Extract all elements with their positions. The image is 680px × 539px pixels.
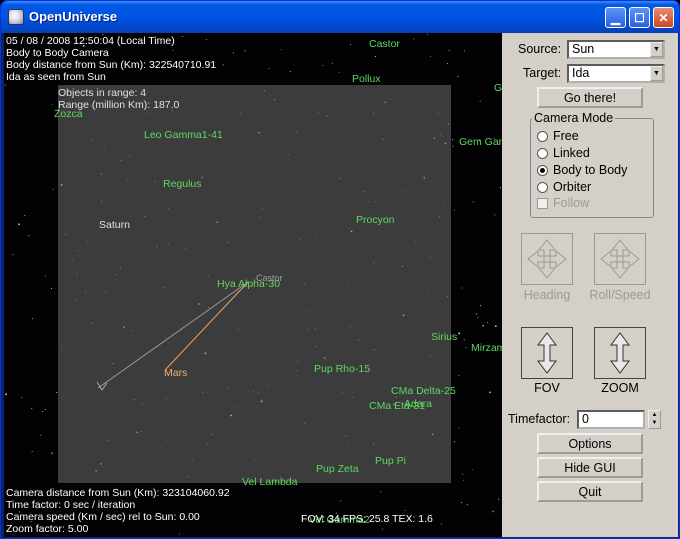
radio-body-to-body-label[interactable]: Body to Body <box>553 163 627 177</box>
info-body-distance: Body distance from Sun (Km): 322540710.9… <box>6 59 217 71</box>
chevron-down-icon[interactable]: ▼ <box>650 66 663 81</box>
heading-control[interactable] <box>521 233 573 285</box>
target-value: Ida <box>572 66 590 80</box>
star-label[interactable]: Mirzam <box>471 342 502 354</box>
space-viewport[interactable]: 05 / 08 / 2008 12:50:04 (Local Time) Bod… <box>4 33 502 537</box>
radio-linked[interactable] <box>537 148 548 159</box>
spin-up-icon[interactable]: ▲ <box>649 411 660 419</box>
star-label[interactable]: Castor <box>369 38 400 50</box>
star-label[interactable]: Castor <box>256 272 283 284</box>
control-panel: Source: Sun ▼ Target: Ida ▼ Go there! Ca… <box>502 33 678 537</box>
info-date: 05 / 08 / 2008 12:50:04 (Local Time) <box>6 35 175 47</box>
minimize-button[interactable]: ▁ <box>605 7 626 28</box>
radio-linked-label[interactable]: Linked <box>553 146 590 160</box>
maximize-button[interactable]: ☐ <box>629 7 650 28</box>
fov-control[interactable] <box>521 327 573 379</box>
up-down-arrow-icon <box>610 332 630 374</box>
zoom-factor: Zoom factor: 5.00 <box>6 523 89 535</box>
camera-distance: Camera distance from Sun (Km): 323104060… <box>6 487 230 499</box>
time-factor-readout: Time factor: 0 sec / iteration <box>6 499 136 511</box>
source-select[interactable]: Sun ▼ <box>567 40 665 59</box>
close-button[interactable]: ✕ <box>653 7 674 28</box>
planet-label[interactable]: Saturn <box>99 219 130 231</box>
radio-orbiter[interactable] <box>537 182 548 193</box>
source-label: Source: <box>518 42 562 56</box>
title-bar[interactable]: OpenUniverse ▁ ☐ ✕ <box>1 1 679 33</box>
four-way-arrow-icon <box>527 239 567 279</box>
star-label[interactable]: Procyon <box>356 214 395 226</box>
star-label[interactable]: Vel Lambda <box>242 476 297 488</box>
star-label[interactable]: CMa Eta-31 <box>369 400 425 412</box>
star-label[interactable]: Leo Gamma1-41 <box>144 129 223 141</box>
heading-label: Heading <box>523 288 571 302</box>
star-label[interactable]: Pollux <box>352 73 381 85</box>
target-select[interactable]: Ida ▼ <box>567 64 665 83</box>
zoom-label: ZOOM <box>601 381 639 395</box>
minimize-icon: ▁ <box>610 10 621 25</box>
radio-body-to-body[interactable] <box>537 165 548 176</box>
hide-gui-button[interactable]: Hide GUI <box>537 457 643 478</box>
follow-label: Follow <box>553 196 590 210</box>
mars-vector-line <box>165 281 249 370</box>
radio-free-label[interactable]: Free <box>553 129 579 143</box>
radio-orbiter-label[interactable]: Orbiter <box>553 180 591 194</box>
go-there-button[interactable]: Go there! <box>537 87 643 108</box>
render-stats: FOV: 34 FPS: 25.8 TEX: 1.6 <box>301 513 433 525</box>
star-label[interactable]: Pup Zeta <box>316 463 359 475</box>
four-way-arrow-icon <box>600 239 640 279</box>
camera-mode-title: Camera Mode <box>532 111 616 125</box>
app-window: OpenUniverse ▁ ☐ ✕ 05 / 08 / 2008 12:50:… <box>0 0 680 539</box>
star-label[interactable]: Gem Gam <box>459 136 502 148</box>
roll-speed-control[interactable] <box>594 233 646 285</box>
options-button[interactable]: Options <box>537 433 643 454</box>
up-down-arrow-icon <box>537 332 557 374</box>
maximize-icon: ☐ <box>634 10 645 25</box>
close-icon: ✕ <box>658 10 669 25</box>
star-label[interactable]: CMa Delta-25 <box>391 385 456 397</box>
timefactor-label: Timefactor: <box>508 412 571 426</box>
info-camera-mode: Body to Body Camera <box>6 47 109 59</box>
info-bottom: Camera distance from Sun (Km): 323104060… <box>6 487 230 535</box>
camera-speed: Camera speed (Km / sec) rel to Sun: 0.00 <box>6 511 200 523</box>
spin-down-icon[interactable]: ▼ <box>649 419 660 427</box>
info-top: 05 / 08 / 2008 12:50:04 (Local Time) Bod… <box>6 35 216 83</box>
timefactor-spinner[interactable]: ▲ ▼ <box>648 410 661 429</box>
zoom-control[interactable] <box>594 327 646 379</box>
star-label[interactable]: Pup Pi <box>375 455 406 467</box>
roll-speed-label: Roll/Speed <box>589 288 651 302</box>
info-view: Ida as seen from Sun <box>6 71 106 83</box>
fov-label: FOV <box>534 381 560 395</box>
timefactor-input[interactable]: 0 <box>577 410 645 429</box>
window-title: OpenUniverse <box>29 9 118 24</box>
star-label[interactable]: Pup Rho-15 <box>314 363 370 375</box>
planet-label[interactable]: Mars <box>164 367 187 379</box>
star-label[interactable]: G <box>494 82 502 94</box>
target-label: Target: <box>523 66 562 80</box>
star-label[interactable]: Zozca <box>54 108 83 120</box>
objects-in-range: Objects in range: 4 <box>58 87 147 99</box>
source-value: Sun <box>572 42 595 56</box>
star-label[interactable]: Sirius <box>431 331 457 343</box>
chevron-down-icon[interactable]: ▼ <box>650 42 663 57</box>
follow-checkbox[interactable] <box>537 198 548 209</box>
quit-button[interactable]: Quit <box>537 481 643 502</box>
radio-free[interactable] <box>537 131 548 142</box>
star-label[interactable]: Regulus <box>163 178 202 190</box>
app-icon <box>8 9 24 25</box>
